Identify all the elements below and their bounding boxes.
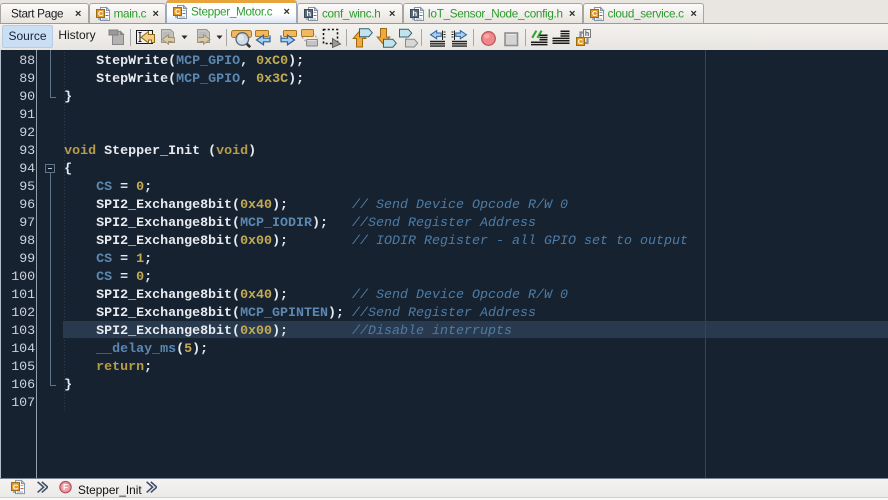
svg-text:C: C xyxy=(592,9,598,18)
svg-text:C: C xyxy=(13,482,19,491)
svg-text:h: h xyxy=(412,9,417,18)
svg-text:F: F xyxy=(63,482,68,491)
svg-text:h: h xyxy=(585,31,589,38)
svg-text:h: h xyxy=(306,9,311,18)
svg-text:C: C xyxy=(175,7,181,16)
svg-text:C: C xyxy=(98,9,104,18)
svg-text:C: C xyxy=(578,37,584,46)
